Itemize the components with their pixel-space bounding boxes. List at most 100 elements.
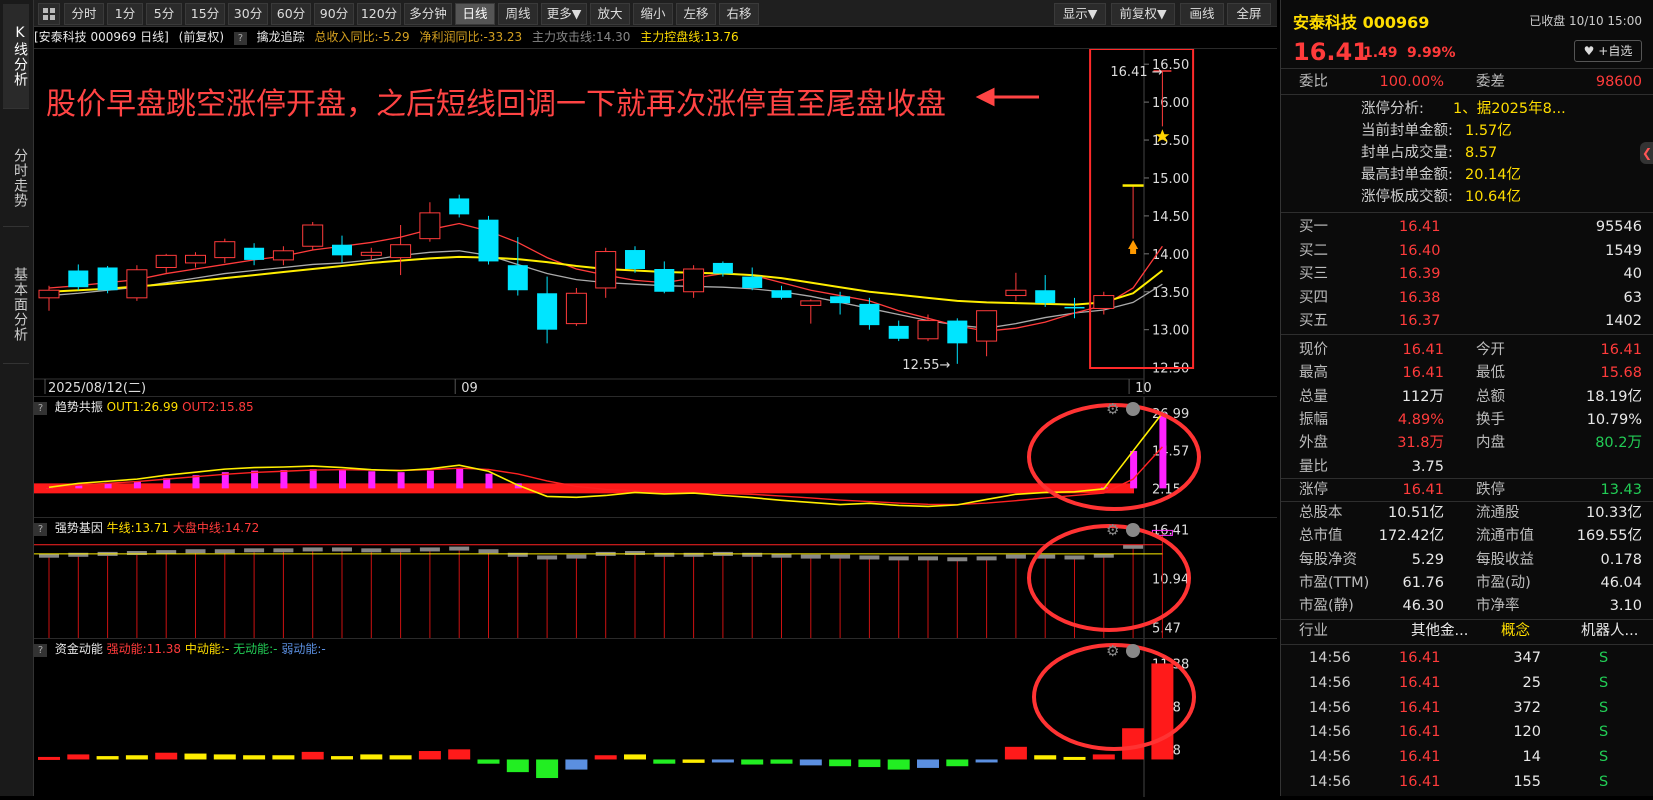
stat-row: 市盈(TTM)61.76市盈(动)46.04: [1281, 572, 1653, 595]
period-button-14[interactable]: 左移: [676, 3, 716, 25]
help-icon[interactable]: ?: [34, 402, 47, 415]
candle-body: [889, 326, 909, 339]
candle-body: [361, 252, 381, 255]
tick-row: 14:5616.4114S: [1281, 746, 1653, 769]
period-button-13[interactable]: 缩小: [633, 3, 673, 25]
momentum-bar: [214, 754, 236, 759]
candle-body: [772, 290, 792, 298]
strong-gene-title-bar: ? 强势基因 牛线:13.71 大盘中线:14.72: [34, 520, 259, 536]
candle-body: [713, 263, 733, 274]
bid-row[interactable]: 买三16.3940: [1281, 263, 1653, 286]
legend-mid: 大盘中线:14.72: [173, 521, 259, 535]
candle-body: [1035, 290, 1055, 303]
period-button-2[interactable]: 5分: [146, 3, 182, 25]
strong-gene-panel[interactable]: 16.4110.945.47⚙ ? 强势基因 牛线:13.71 大盘中线:14.…: [34, 517, 1277, 638]
bid-row[interactable]: 买一16.4195546: [1281, 216, 1653, 239]
bid-row[interactable]: 买五16.371402: [1281, 310, 1653, 333]
tick-row: 14:5616.4125S: [1281, 672, 1653, 695]
candle-body: [479, 220, 499, 262]
legend-bull: 牛线:13.71: [107, 521, 169, 535]
x-tick-label: 10: [1135, 381, 1152, 394]
help-icon[interactable]: ?: [34, 644, 47, 657]
momentum-bar: [565, 759, 587, 769]
legend-out2: OUT2:15.85: [182, 400, 254, 414]
tick-row: 14:5616.41155S: [1281, 771, 1653, 794]
period-button-3[interactable]: 15分: [185, 3, 225, 25]
bid-row[interactable]: 买二16.401549: [1281, 240, 1653, 263]
y-tick-label: 13.00: [1152, 324, 1189, 339]
tab-intraday[interactable]: 分时走势: [3, 130, 29, 227]
period-button-4[interactable]: 30分: [228, 3, 268, 25]
adjust-menu-button[interactable]: 前复权▼: [1111, 3, 1175, 25]
momentum-bar: [419, 751, 441, 759]
momentum-bar: [1151, 663, 1173, 759]
help-icon[interactable]: ?: [34, 523, 47, 536]
adjust-label: (前复权): [179, 30, 224, 44]
fullscreen-button[interactable]: 全屏: [1227, 3, 1271, 25]
limit-info-row: 涨停分析:1、据2025年8...: [1281, 98, 1653, 121]
period-button-8[interactable]: 多分钟: [404, 3, 452, 25]
momentum-bar: [917, 759, 939, 767]
period-button-9[interactable]: 日线: [455, 3, 495, 25]
kline-panel[interactable]: 16.5016.0015.5015.0014.5014.0013.5013.00…: [34, 48, 1277, 394]
momentum-bar: [595, 755, 617, 759]
period-button-1[interactable]: 1分: [107, 3, 143, 25]
display-menu-button[interactable]: 显示▼: [1054, 3, 1106, 25]
gene-block: [186, 549, 206, 553]
trend-resonance-panel[interactable]: 26.9914.572.15⚙ ? 趋势共振 OUT1:26.99 OUT2:1…: [34, 396, 1277, 517]
momentum-bar: [771, 759, 793, 763]
gene-block: [889, 556, 909, 560]
add-favorite-button[interactable]: ♥ +自选: [1574, 40, 1642, 62]
divider: [1281, 94, 1653, 95]
gene-block: [625, 551, 645, 555]
price-change: 1.49: [1363, 45, 1398, 61]
candle-body: [332, 245, 352, 256]
period-button-5[interactable]: 60分: [271, 3, 311, 25]
momentum-bar: [67, 754, 89, 759]
divider: [1281, 212, 1653, 213]
candle-body: [273, 251, 293, 260]
tab-kline-analysis[interactable]: K线分析: [3, 4, 29, 109]
candle-body: [186, 255, 206, 263]
period-button-10[interactable]: 周线: [498, 3, 538, 25]
momentum-bar: [653, 759, 675, 763]
period-button-11[interactable]: 更多▼: [541, 3, 587, 25]
rocket-icon: [1128, 240, 1138, 254]
candle-body: [801, 301, 821, 306]
candle-body: [127, 270, 147, 298]
period-button-0[interactable]: 分时: [64, 3, 104, 25]
candle-body: [684, 269, 704, 292]
grid-icon[interactable]: [38, 3, 60, 25]
collapse-arrow-icon[interactable]: ❮: [1640, 142, 1653, 164]
momentum-bar: [185, 754, 207, 760]
resonance-bar: [398, 472, 405, 488]
bid-row[interactable]: 买四16.3863: [1281, 287, 1653, 310]
industry-row[interactable]: 行业 其他金... 概念 机器人...: [1281, 620, 1653, 643]
gene-block: [244, 548, 264, 552]
gene-block: [801, 555, 821, 559]
resonance-bar: [368, 471, 375, 488]
gene-block: [918, 556, 938, 560]
period-button-12[interactable]: 放大: [590, 3, 630, 25]
period-button-6[interactable]: 90分: [314, 3, 354, 25]
left-tab-bar: K线分析 分时走势 基本面分析: [0, 0, 34, 796]
help-icon[interactable]: ?: [234, 32, 247, 45]
gene-block: [273, 548, 293, 552]
quote-panel: 安泰科技 000969 已收盘 10/10 15:00 16.41 1.49 9…: [1280, 0, 1653, 796]
capital-momentum-panel[interactable]: 11.386.281.18⚙ ? 资金动能 强动能:11.38 中动能:- 无动…: [34, 638, 1277, 797]
momentum-bar: [272, 755, 294, 759]
stat-row: 振幅4.89%换手10.79%: [1281, 409, 1653, 432]
period-button-15[interactable]: 右移: [719, 3, 759, 25]
gene-block: [127, 551, 147, 555]
resonance-bar: [427, 471, 434, 489]
draw-line-button[interactable]: 画线: [1180, 3, 1224, 25]
y-tick-label: 14.50: [1152, 210, 1189, 225]
stat-row: 量比3.75: [1281, 456, 1653, 479]
momentum-bar: [448, 749, 470, 759]
period-button-7[interactable]: 120分: [357, 3, 401, 25]
tab-fundamental[interactable]: 基本面分析: [3, 245, 29, 364]
candle-body: [625, 250, 645, 269]
resonance-bar: [339, 469, 346, 488]
market-status: 已收盘 10/10 15:00: [1529, 12, 1642, 29]
candle-body: [537, 293, 557, 329]
